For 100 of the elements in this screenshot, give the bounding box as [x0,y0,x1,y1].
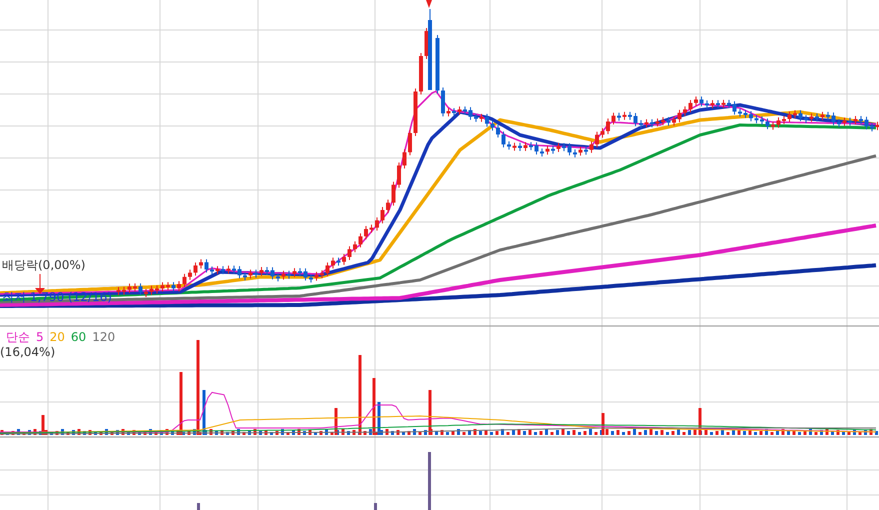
candlestick [276,272,280,282]
candlestick [370,224,374,234]
candlestick [485,113,489,128]
candlestick [534,142,538,155]
candlestick [480,113,484,122]
candlestick [210,266,214,276]
candlestick [166,282,170,291]
candlestick [496,124,500,138]
candlestick [700,96,704,107]
candlestick [644,118,648,128]
candlestick [837,118,841,128]
candlestick [578,146,582,156]
candlestick [694,96,698,106]
candlestick [612,112,616,125]
candlestick [260,266,264,276]
candlestick [150,285,154,296]
candlestick [204,258,208,274]
candlestick [656,118,660,127]
candlestick [414,88,418,136]
candlestick [854,116,858,125]
candlestick [634,112,638,127]
candlestick [798,110,802,122]
candlestick [815,112,819,122]
candlestick [864,116,868,130]
candlestick [876,121,879,131]
candlestick [859,116,863,125]
candlestick [342,254,346,266]
candlestick [238,266,242,279]
candlestick [348,246,352,260]
high-marker-icon [426,0,432,8]
candlestick [760,116,764,125]
candlestick [529,142,533,151]
ex-dividend-arrow-icon [35,274,45,294]
candlestick [392,181,396,206]
candlestick [463,106,467,115]
candlestick [754,114,758,124]
candlestick [232,265,236,274]
candlestick [870,122,874,132]
candlestick [518,142,522,152]
candlestick [595,131,599,148]
candlestick [292,268,296,278]
candlestick [688,99,692,113]
candlestick [468,106,472,120]
candlestick [331,257,335,269]
candlestick [138,282,142,296]
candlestick [568,142,572,156]
candlestick [441,87,445,117]
candlestick [820,111,824,121]
candlestick [304,268,308,282]
candlestick [600,128,604,138]
candlestick [490,120,494,132]
candlestick [188,269,192,280]
candlestick [397,162,401,188]
candlestick [732,100,736,116]
candlestick [436,34,440,94]
candlestick [353,240,357,253]
candlestick [474,113,478,122]
candlestick [562,142,566,152]
candlestick [776,116,780,128]
candlestick [128,283,132,294]
candlestick [716,100,720,109]
candlestick [364,226,368,240]
candlestick [590,140,594,154]
candlestick [705,100,709,109]
candlestick [248,269,252,279]
candlestick [160,282,164,292]
candlestick [546,145,550,156]
candlestick [216,266,220,275]
candlestick [402,148,406,169]
candlestick [628,111,632,120]
candlestick [540,148,544,157]
candlestick [336,257,340,266]
candlestick [502,131,506,148]
candlestick [314,271,318,282]
candlestick [678,109,682,123]
ex-dividend-label: 배당락(0,00%) [2,258,86,272]
candlestick [661,116,665,126]
candlestick [446,108,450,117]
candlestick [172,282,176,292]
legend-period-label: 20 [50,330,65,344]
candlestick [182,273,186,288]
candlestick [287,270,291,280]
candlestick [683,106,687,116]
candlestick [452,108,456,117]
candlestick [270,266,274,280]
candlestick [672,116,676,126]
candlestick [221,266,225,275]
candlestick [408,130,412,156]
candlestick [766,118,770,130]
candlestick [386,199,390,214]
candlestick [842,117,846,126]
candlestick [199,258,203,269]
candlestick [639,120,643,129]
candlestick [177,280,181,292]
candlestick [375,216,379,232]
candlestick [507,140,511,150]
candlestick [282,270,286,280]
candlestick [265,266,269,276]
candlestick [556,142,560,152]
candlestick [832,112,836,126]
